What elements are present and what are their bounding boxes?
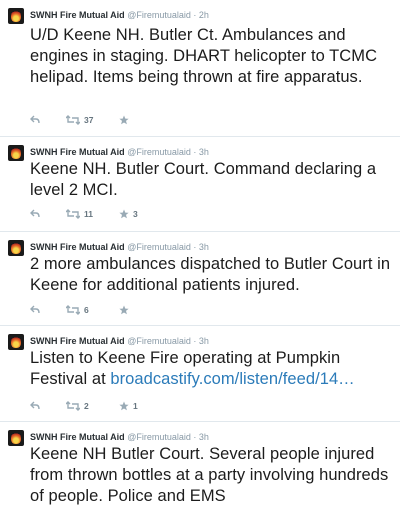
separator: ·	[193, 336, 197, 346]
reply-button[interactable]	[30, 115, 40, 124]
retweet-count: 2	[84, 401, 89, 411]
retweet-button[interactable]: 2	[66, 401, 89, 411]
retweet-icon	[66, 305, 80, 315]
separator: ·	[193, 432, 197, 442]
retweet-button[interactable]: 11	[66, 209, 93, 219]
reply-icon	[30, 115, 40, 124]
tweet-text: U/D Keene NH. Butler Ct. Ambulances and …	[30, 26, 378, 86]
tweet-link[interactable]: broadcastify.com/listen/feed/14…	[110, 370, 354, 388]
reply-icon	[30, 305, 40, 314]
retweet-count: 6	[84, 305, 89, 315]
timestamp[interactable]: 3h	[199, 242, 209, 252]
reply-icon	[30, 401, 40, 410]
avatar[interactable]	[8, 240, 24, 256]
favorite-button[interactable]: 1	[119, 401, 138, 411]
avatar[interactable]	[8, 430, 24, 446]
tweet-text: Keene NH Butler Court. Several people in…	[30, 445, 389, 505]
account-name[interactable]: SWNH Fire Mutual Aid	[30, 147, 125, 157]
account-name[interactable]: SWNH Fire Mutual Aid	[30, 432, 125, 442]
retweet-count: 37	[84, 115, 94, 125]
favorite-button[interactable]	[119, 115, 129, 125]
retweet-icon	[66, 115, 80, 125]
star-icon	[119, 209, 129, 219]
retweet-button[interactable]: 6	[66, 305, 89, 315]
tweet-header: SWNH Fire Mutual Aid @Firemutualaid · 3h	[30, 431, 209, 443]
flame-logo-icon	[11, 336, 21, 348]
star-icon	[119, 305, 129, 315]
star-icon	[119, 115, 129, 125]
retweet-icon	[66, 401, 80, 411]
tweet[interactable]: SWNH Fire Mutual Aid @Firemutualaid · 3h…	[0, 422, 400, 515]
tweet[interactable]: SWNH Fire Mutual Aid @Firemutualaid · 3h…	[0, 137, 400, 232]
account-handle[interactable]: @Firemutualaid	[127, 336, 191, 346]
timestamp[interactable]: 3h	[199, 336, 209, 346]
account-handle[interactable]: @Firemutualaid	[127, 10, 191, 20]
account-name[interactable]: SWNH Fire Mutual Aid	[30, 10, 125, 20]
reply-icon	[30, 209, 40, 218]
tweet-header: SWNH Fire Mutual Aid @Firemutualaid · 3h	[30, 146, 209, 158]
flame-logo-icon	[11, 242, 21, 254]
star-icon	[119, 401, 129, 411]
flame-logo-icon	[11, 10, 21, 22]
tweet-header: SWNH Fire Mutual Aid @Firemutualaid · 3h	[30, 241, 209, 253]
tweet-feed: SWNH Fire Mutual Aid @Firemutualaid · 2h…	[0, 0, 400, 515]
avatar[interactable]	[8, 145, 24, 161]
timestamp[interactable]: 3h	[199, 432, 209, 442]
timestamp[interactable]: 2h	[199, 10, 209, 20]
avatar[interactable]	[8, 8, 24, 24]
account-handle[interactable]: @Firemutualaid	[127, 147, 191, 157]
account-name[interactable]: SWNH Fire Mutual Aid	[30, 242, 125, 252]
tweet-text: Listen to Keene Fire operating at Pumpki…	[30, 348, 394, 390]
separator: ·	[193, 10, 197, 20]
tweet[interactable]: SWNH Fire Mutual Aid @Firemutualaid · 3h…	[0, 232, 400, 326]
reply-button[interactable]	[30, 209, 40, 218]
timestamp[interactable]: 3h	[199, 147, 209, 157]
retweet-icon	[66, 209, 80, 219]
tweet-text: 2 more ambulances dispatched to Butler C…	[30, 255, 391, 294]
account-handle[interactable]: @Firemutualaid	[127, 432, 191, 442]
favorite-button[interactable]: 3	[119, 209, 138, 219]
account-name[interactable]: SWNH Fire Mutual Aid	[30, 336, 125, 346]
reply-button[interactable]	[30, 305, 40, 314]
retweet-button[interactable]: 37	[66, 115, 93, 125]
flame-logo-icon	[11, 147, 21, 159]
tweet-header: SWNH Fire Mutual Aid @Firemutualaid · 2h	[30, 9, 209, 21]
reply-button[interactable]	[30, 401, 40, 410]
tweet[interactable]: SWNH Fire Mutual Aid @Firemutualaid · 3h…	[0, 326, 400, 422]
flame-logo-icon	[11, 432, 21, 444]
avatar[interactable]	[8, 334, 24, 350]
account-handle[interactable]: @Firemutualaid	[127, 242, 191, 252]
tweet[interactable]: SWNH Fire Mutual Aid @Firemutualaid · 2h…	[0, 0, 400, 137]
favorite-button[interactable]	[119, 305, 129, 315]
retweet-count: 11	[84, 209, 93, 219]
tweet-header: SWNH Fire Mutual Aid @Firemutualaid · 3h	[30, 335, 209, 347]
separator: ·	[193, 242, 197, 252]
separator: ·	[193, 147, 197, 157]
tweet-text: Keene NH. Butler Court. Command declarin…	[30, 160, 377, 199]
favorite-count: 1	[133, 401, 138, 411]
favorite-count: 3	[133, 209, 138, 219]
